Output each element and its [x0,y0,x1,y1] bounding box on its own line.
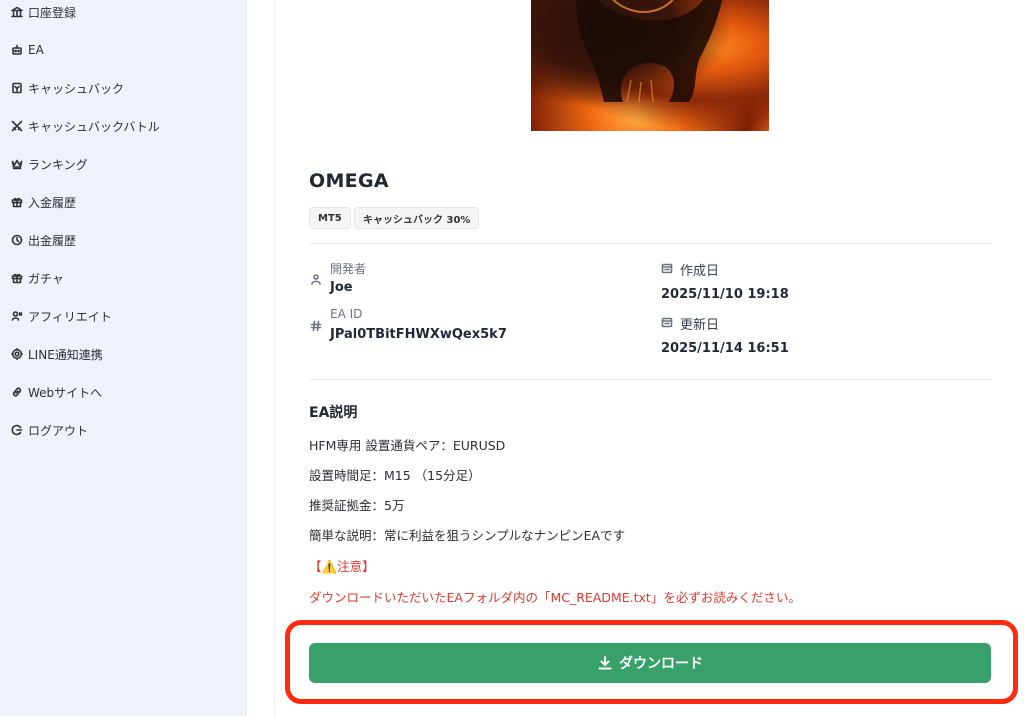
developer-value: Joe [330,280,353,295]
card-border [274,0,275,716]
calendar-icon [661,262,673,274]
sidebar-item-label: 入金履歴 [28,195,77,210]
user-icon [310,273,322,285]
sidebar-item-account-registration[interactable]: 口座登録 [10,1,76,23]
divider [309,243,991,244]
sidebar-item-label: 出金履歴 [28,233,77,248]
sidebar-item-label: 口座登録 [28,5,77,20]
sidebar-item-affiliate[interactable]: アフィリエイト [10,305,112,327]
developer-label: 開発者 [330,262,367,276]
description-title: EA説明 [309,405,358,421]
link-icon [10,385,24,399]
created-value: 2025/11/10 19:18 [661,287,789,302]
hash-icon [310,320,322,332]
swords-icon [10,119,24,133]
ea-id-label: EA ID [330,307,363,321]
sidebar-item-logout[interactable]: ログアウト [10,419,88,441]
clock-icon [10,233,24,247]
gift-icon [10,271,24,285]
download-icon [598,656,612,670]
description-line: HFM専用 設置通貨ペア：EURUSD [309,438,506,453]
sidebar-item-label: ランキング [28,157,88,172]
bear-illustration [576,0,723,103]
ea-cover-image [531,0,769,131]
logout-icon [10,423,24,437]
download-label: ダウンロード [619,655,703,671]
sidebar-item-label: キャッシュバックバトル [28,119,160,134]
ea-title: OMEGA [309,170,389,192]
download-button[interactable]: ダウンロード [309,643,991,683]
created-label: 作成日 [680,264,720,279]
cashback-badge: キャッシュバック 30% [354,207,480,229]
robot-icon [10,43,24,57]
receipt-icon [10,81,24,95]
sidebar-item-ranking[interactable]: ランキング [10,153,88,175]
sidebar-item-label: ログアウト [28,423,89,438]
sidebar-item-ea[interactable]: EA [10,39,44,61]
updated-value: 2025/11/14 16:51 [661,341,789,356]
sidebar-item-label: LINE通知連携 [28,347,103,362]
platform-badge: MT5 [309,207,351,229]
sidebar-item-deposit-history[interactable]: 入金履歴 [10,191,76,213]
affiliate-icon [10,309,24,323]
sidebar-item-cashback[interactable]: キャッシュバック [10,77,124,99]
sidebar-item-cashback-battle[interactable]: キャッシュバックバトル [10,115,160,137]
divider [309,379,991,380]
description-line: 推奨証拠金：5万 [309,498,405,513]
sidebar-item-withdrawal-history[interactable]: 出金履歴 [10,229,76,251]
ea-id-value: JPal0TBitFHWXwQex5k7 [330,327,507,342]
sidebar-item-label: アフィリエイト [28,309,112,324]
sidebar-item-gacha[interactable]: ガチャ [10,267,64,289]
sidebar-item-label: ガチャ [28,271,64,286]
sidebar-item-label: キャッシュバック [28,81,125,96]
sidebar-item-label: EA [28,43,44,57]
gift-icon [10,195,24,209]
sidebar-item-line-notification[interactable]: LINE通知連携 [10,343,103,365]
sidebar-item-label: Webサイトへ [28,385,103,400]
warning-text: ダウンロードいただいたEAフォルダ内の「MC_README.txt」を必ずお読み… [309,590,801,605]
description-line: 簡単な説明：常に利益を狙うシンプルなナンピンEAです [309,528,626,543]
sidebar-item-website[interactable]: Webサイトへ [10,381,102,403]
calendar-icon [661,316,673,328]
bank-icon [10,5,24,19]
description-line: 設置時間足：M15 （15分足） [309,468,481,483]
updated-label: 更新日 [680,318,720,333]
crown-icon [10,157,24,171]
gear-icon [10,347,24,361]
warning-title: 【⚠️注意】 [309,559,375,574]
sidebar: 口座登録 EA キャッシュバック キャッシュバックバトル ランキング 入金履歴 … [0,0,247,716]
